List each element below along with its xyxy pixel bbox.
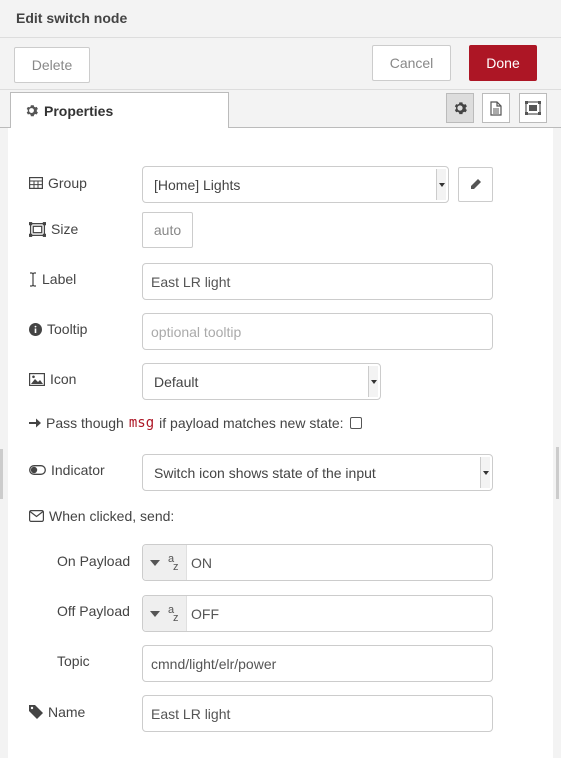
when-clicked-row-label: When clicked, send: [29, 508, 174, 524]
name-input[interactable]: East LR light [142, 695, 493, 732]
icon-label: Icon [50, 371, 77, 387]
left-resize-handle[interactable] [0, 449, 3, 499]
pass-through-row: Pass though msg if payload matches new s… [29, 415, 362, 431]
arrow-right-icon [29, 418, 41, 428]
group-select-value: [Home] Lights [154, 176, 241, 193]
tab-properties[interactable]: Properties [10, 92, 229, 129]
gear-icon [26, 105, 38, 117]
done-button[interactable]: Done [469, 45, 537, 81]
chevron-down-icon [480, 457, 490, 488]
on-payload-type-select[interactable]: az [143, 545, 187, 580]
indicator-row-label: Indicator [29, 462, 105, 478]
chevron-down-icon [436, 169, 446, 200]
label-input[interactable]: East LR light [142, 263, 493, 300]
scrollbar[interactable] [556, 447, 559, 499]
tab-appearance-icon-button[interactable] [519, 93, 547, 123]
topic-row-label: Topic [57, 653, 90, 669]
tray-title: Edit switch node [16, 10, 128, 26]
off-payload-type-select[interactable]: az [143, 596, 187, 631]
on-payload-row-label: On Payload [57, 553, 130, 569]
tab-properties-label: Properties [44, 102, 114, 119]
gear-icon [454, 102, 467, 115]
off-payload-input[interactable]: az OFF [142, 595, 493, 632]
group-select[interactable]: [Home] Lights [142, 166, 449, 203]
picture-icon [29, 372, 45, 386]
on-payload-label: On Payload [57, 553, 131, 569]
pass-through-suffix: if payload matches new state: [159, 415, 344, 431]
tab-bar: Properties [0, 90, 561, 129]
icon-row-label: Icon [29, 371, 76, 387]
tooltip-row-label: Tooltip [29, 321, 87, 337]
tray-toolbar: Delete Cancel Done [0, 38, 561, 90]
on-payload-input[interactable]: az ON [142, 544, 493, 581]
string-type-icon: az [168, 603, 179, 624]
i-cursor-icon [30, 271, 36, 287]
size-label: Size [51, 221, 79, 237]
tab-description-icon-button[interactable] [482, 93, 510, 123]
indicator-select-value: Switch icon shows state of the input [154, 464, 376, 481]
group-label: Group [48, 175, 87, 191]
group-row-label: Group [29, 175, 87, 191]
object-group-icon [525, 101, 541, 115]
toggle-icon [29, 465, 46, 475]
tray-header: Edit switch node [0, 0, 561, 38]
pass-through-prefix: Pass though [46, 415, 124, 431]
envelope-icon [29, 510, 44, 522]
off-payload-label: Off Payload [57, 603, 130, 619]
label-label: Label [42, 271, 77, 287]
name-label: Name [48, 704, 86, 720]
tooltip-input[interactable]: optional tooltip [142, 313, 493, 350]
icon-select[interactable]: Default [142, 363, 381, 400]
object-group-icon [29, 221, 46, 237]
tab-settings-icon-button[interactable] [446, 93, 474, 123]
caret-down-icon [150, 610, 160, 617]
pass-through-checkbox[interactable] [349, 417, 362, 429]
on-payload-value: ON [191, 554, 212, 571]
off-payload-row-label: Off Payload [57, 603, 130, 619]
pass-through-code: msg [128, 415, 155, 431]
size-button[interactable]: auto [142, 212, 193, 248]
indicator-select[interactable]: Switch icon shows state of the input [142, 454, 493, 491]
when-clicked-label: When clicked, send: [49, 508, 175, 524]
indicator-label: Indicator [51, 462, 105, 478]
label-row-label: Label [29, 271, 76, 287]
name-row-label: Name [29, 704, 85, 720]
chevron-down-icon [368, 366, 378, 397]
caret-down-icon [150, 559, 160, 566]
string-type-icon: az [168, 552, 179, 573]
topic-label: Topic [57, 653, 90, 669]
tooltip-label: Tooltip [47, 321, 88, 337]
edit-group-button[interactable] [458, 167, 493, 202]
off-payload-value: OFF [191, 605, 219, 622]
size-row-label: Size [29, 221, 78, 237]
delete-button[interactable]: Delete [14, 47, 90, 83]
icon-select-value: Default [154, 373, 199, 390]
pencil-icon [471, 179, 481, 189]
file-text-icon [490, 100, 502, 116]
tag-icon [29, 705, 43, 719]
cancel-button[interactable]: Cancel [372, 45, 451, 81]
topic-input[interactable]: cmnd/light/elr/power [142, 645, 493, 682]
table-icon [29, 177, 43, 189]
info-circle-icon [29, 322, 42, 336]
